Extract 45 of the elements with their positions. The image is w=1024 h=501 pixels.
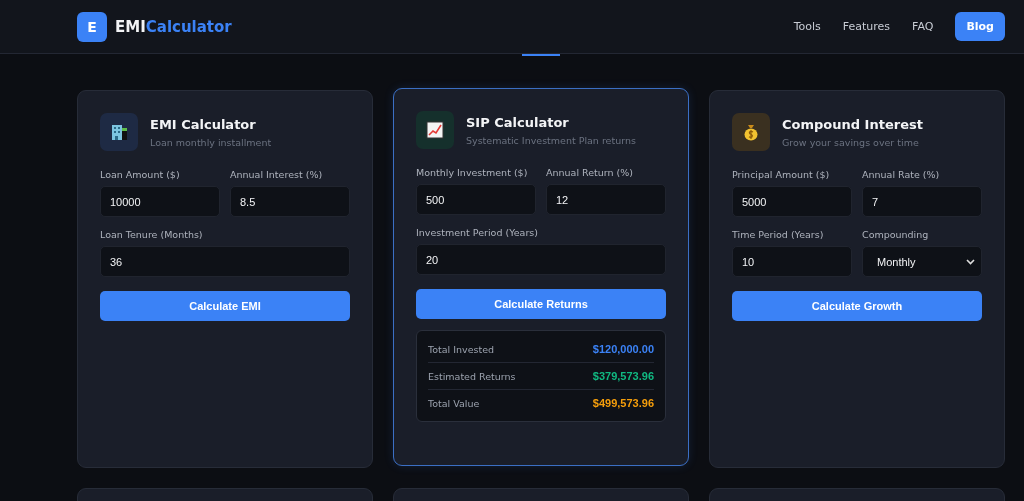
building-icon	[110, 123, 128, 141]
field-label: Loan Tenure (Months)	[100, 229, 204, 240]
chart-icon	[426, 121, 444, 139]
field-label: Principal Amount ($)	[732, 169, 831, 180]
nav-link[interactable]: FAQ	[912, 20, 934, 33]
field-label: Annual Interest (%)	[230, 169, 324, 180]
card-subtitle: Loan monthly installment	[150, 136, 272, 148]
calculate-button[interactable]: Calculate Growth	[732, 291, 982, 321]
input-field[interactable]: 8.5	[230, 186, 350, 217]
result-label: Total Value	[428, 397, 480, 409]
result-value: $120,000.00	[592, 343, 654, 355]
field-label: Investment Period (Years)	[416, 227, 539, 238]
card-title: EMI Calculator	[150, 116, 257, 132]
brand-name[interactable]: EMICalculator	[115, 17, 232, 36]
card-title: SIP Calculator	[466, 114, 570, 130]
nav-link[interactable]: Tools	[793, 20, 821, 33]
calculate-button[interactable]: Calculate EMI	[100, 291, 350, 321]
logo-icon: E	[77, 11, 107, 42]
card-title: Compound Interest	[782, 116, 923, 132]
input-field[interactable]: 10	[732, 246, 852, 277]
field-label: Annual Rate (%)	[862, 169, 941, 180]
input-field[interactable]: 36	[100, 246, 350, 277]
input-field[interactable]: 12	[546, 184, 666, 215]
card-subtitle: Grow your savings over time	[782, 136, 920, 148]
blog-button[interactable]: Blog	[955, 12, 1005, 41]
input-field[interactable]: 500	[416, 184, 536, 215]
compounding-dropdown[interactable]: Monthly	[862, 246, 982, 277]
card-subtitle: Systematic Investment Plan returns	[466, 134, 636, 146]
field-label: Monthly Investment ($)	[416, 167, 529, 178]
result-label: Estimated Returns	[428, 370, 516, 382]
input-field[interactable]: 7	[862, 186, 982, 217]
calculate-button[interactable]: Calculate Returns	[416, 289, 666, 319]
field-label: Compounding	[862, 229, 930, 240]
input-field[interactable]: 20	[416, 244, 666, 275]
field-label: Loan Amount ($)	[100, 169, 181, 180]
field-label: Annual Return (%)	[546, 167, 635, 178]
input-field[interactable]: 5000	[732, 186, 852, 217]
result-value: $499,573.96	[592, 397, 654, 409]
result-value: $379,573.96	[592, 370, 654, 382]
result-label: Total Invested	[428, 343, 495, 355]
input-field[interactable]: 10000	[100, 186, 220, 217]
caret-icon	[966, 258, 975, 265]
nav-link[interactable]: Features	[842, 20, 891, 33]
field-label: Time Period (Years)	[732, 229, 825, 240]
money-bag-icon	[742, 123, 760, 141]
